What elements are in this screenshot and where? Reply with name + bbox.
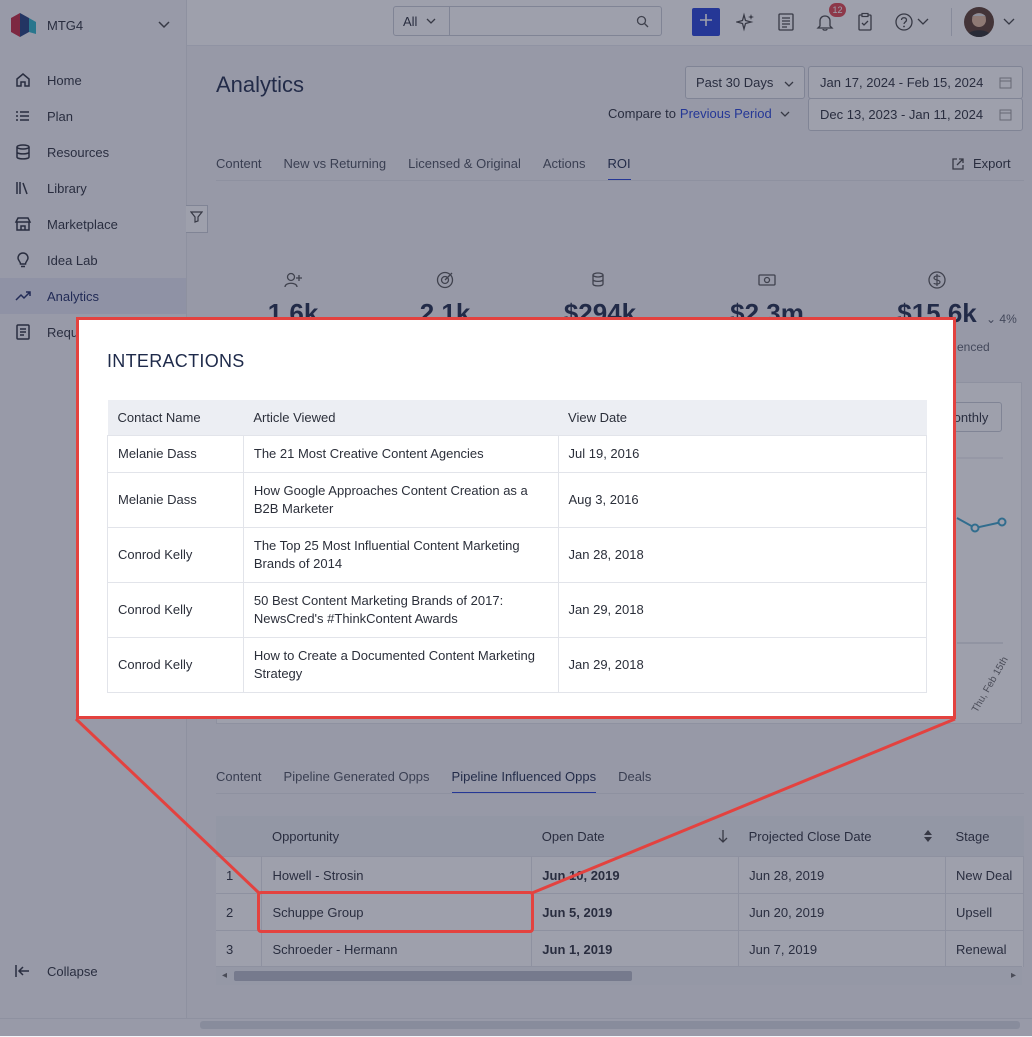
column-header-view-date: View Date <box>558 400 927 436</box>
table-row: Melanie Dass How Google Approaches Conte… <box>107 472 928 528</box>
view-date: Aug 3, 2016 <box>557 472 928 528</box>
column-header-article: Article Viewed <box>243 400 559 436</box>
highlight-box <box>257 891 534 933</box>
contact-name: Melanie Dass <box>107 435 244 473</box>
table-row: Conrod Kelly How to Create a Documented … <box>107 637 928 693</box>
column-header-contact: Contact Name <box>107 400 244 436</box>
view-date: Jan 29, 2018 <box>557 637 928 693</box>
contact-name: Conrod Kelly <box>107 527 244 583</box>
table-row: Conrod Kelly 50 Best Content Marketing B… <box>107 582 928 638</box>
view-date: Jan 28, 2018 <box>557 527 928 583</box>
interactions-table: Contact Name Article Viewed View Date Me… <box>107 400 928 693</box>
modal-title: INTERACTIONS <box>107 351 245 371</box>
article-viewed[interactable]: The 21 Most Creative Content Agencies <box>242 435 559 473</box>
interactions-modal: INTERACTIONS Contact Name Article Viewed… <box>76 317 956 719</box>
view-date: Jan 29, 2018 <box>557 582 928 638</box>
table-row: Conrod Kelly The Top 25 Most Influential… <box>107 527 928 583</box>
article-viewed[interactable]: 50 Best Content Marketing Brands of 2017… <box>242 582 559 638</box>
table-header: Contact Name Article Viewed View Date <box>107 400 927 436</box>
contact-name: Melanie Dass <box>107 472 244 528</box>
contact-name: Conrod Kelly <box>107 637 244 693</box>
article-viewed[interactable]: How to Create a Documented Content Marke… <box>242 637 559 693</box>
contact-name: Conrod Kelly <box>107 582 244 638</box>
article-viewed[interactable]: How Google Approaches Content Creation a… <box>242 472 559 528</box>
article-viewed[interactable]: The Top 25 Most Influential Content Mark… <box>242 527 559 583</box>
table-row: Melanie Dass The 21 Most Creative Conten… <box>107 435 928 473</box>
view-date: Jul 19, 2016 <box>557 435 928 473</box>
